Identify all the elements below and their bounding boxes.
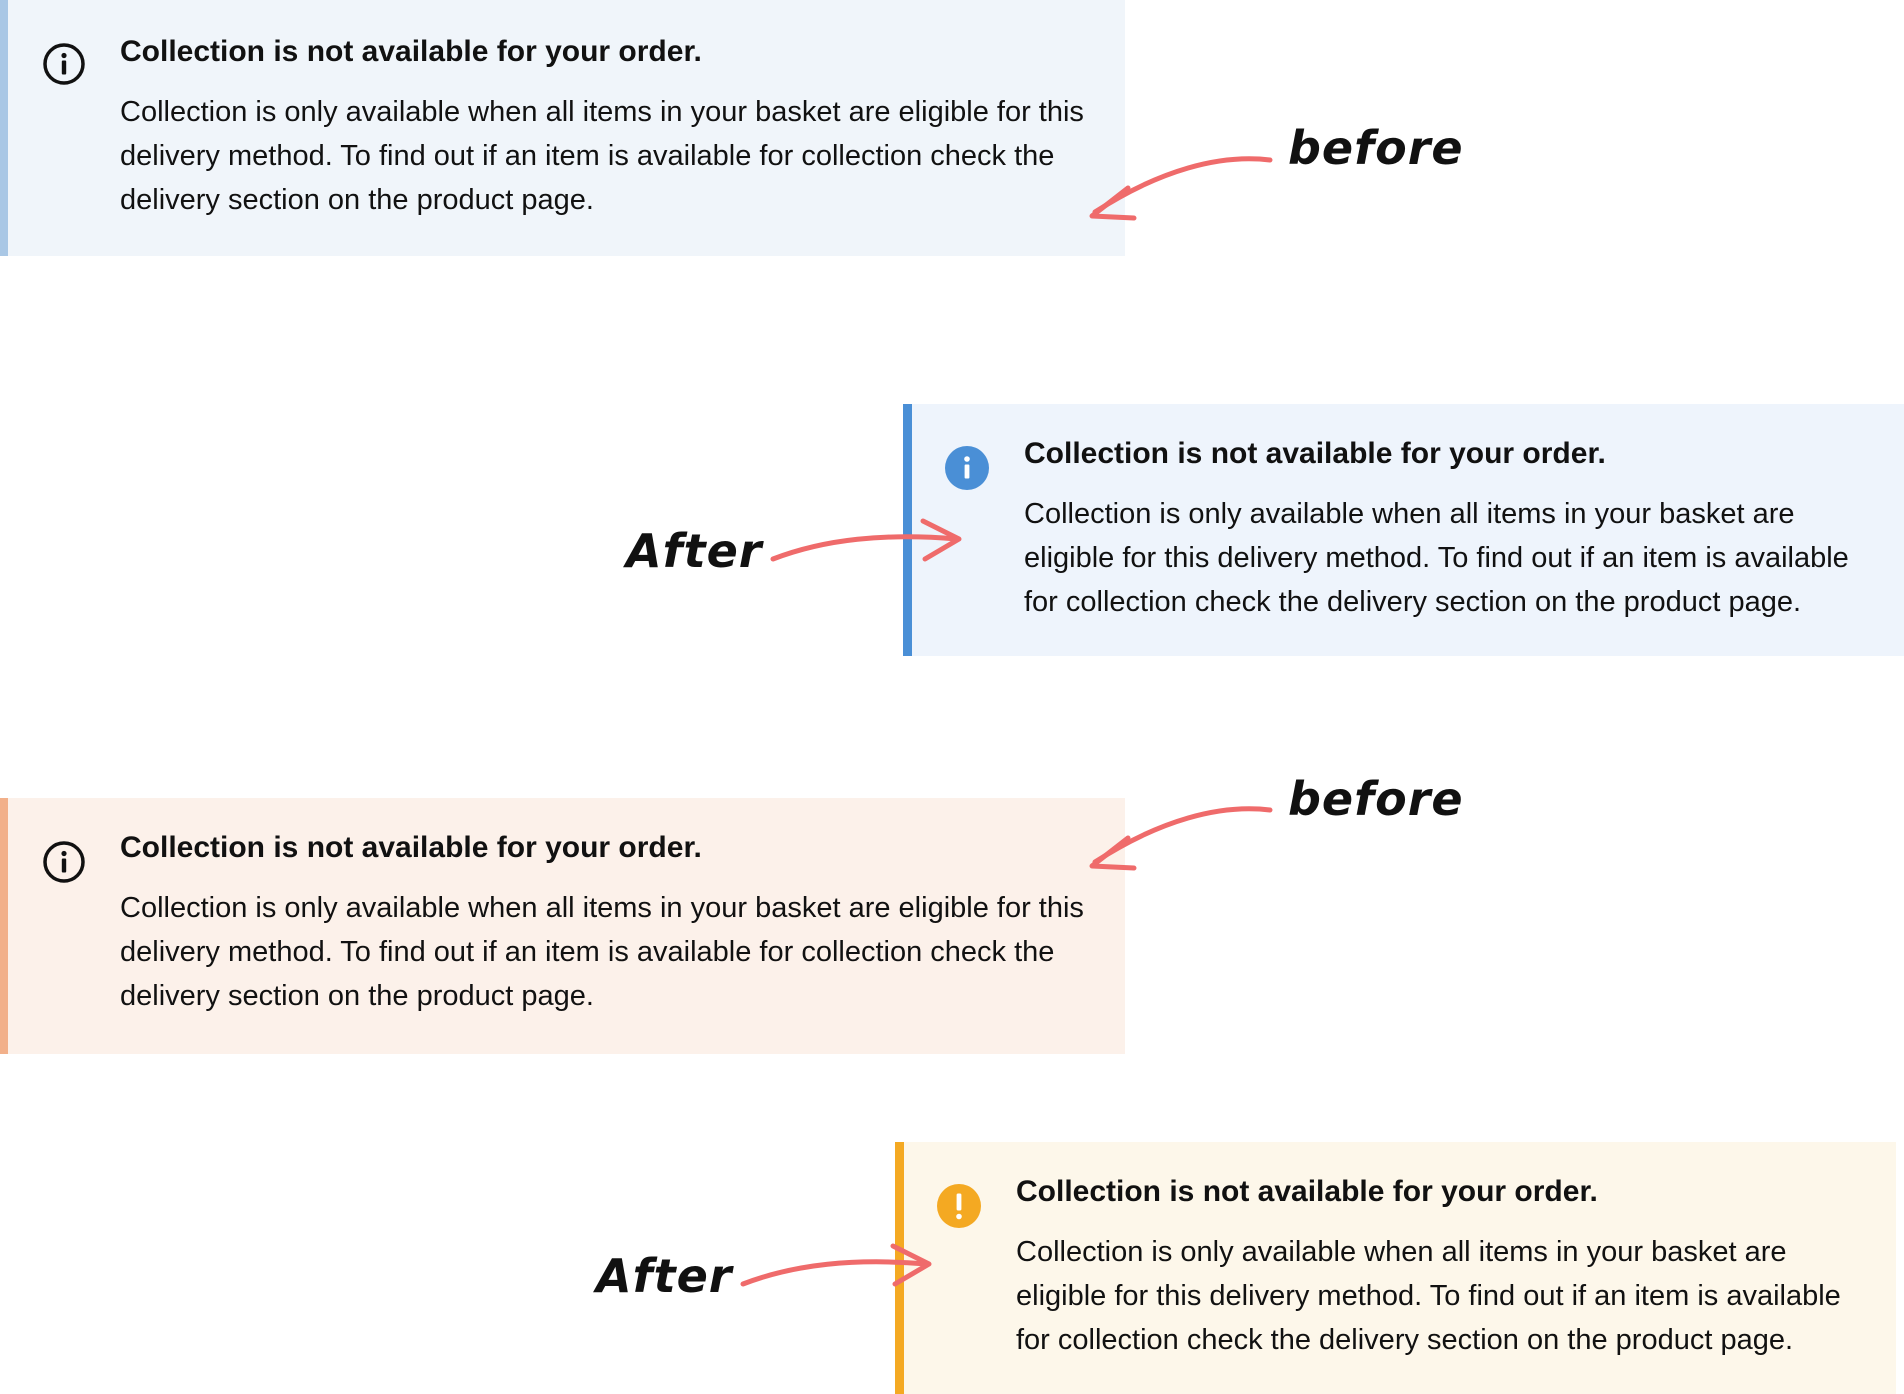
warning-alert-before: Collection is not available for your ord… bbox=[0, 798, 1125, 1054]
alert-title: Collection is not available for your ord… bbox=[1016, 1175, 1598, 1208]
annotation-label-after: After bbox=[626, 524, 763, 578]
annotation-label-after: After bbox=[596, 1249, 733, 1303]
annotation-arrow-icon bbox=[1089, 806, 1273, 871]
exclamation-filled-icon bbox=[937, 1184, 981, 1228]
warning-alert-after: Collection is not available for your ord… bbox=[895, 1142, 1896, 1394]
alert-title: Collection is not available for your ord… bbox=[1024, 437, 1606, 470]
alert-stripe bbox=[0, 0, 8, 256]
info-alert-after: Collection is not available for your ord… bbox=[903, 404, 1904, 656]
annotation-arrow-icon bbox=[1089, 156, 1273, 221]
annotation-label-before: before bbox=[1288, 772, 1464, 826]
alert-message: Collection is only available when all it… bbox=[1016, 1236, 1841, 1356]
info-filled-icon bbox=[945, 446, 989, 490]
alert-stripe bbox=[0, 798, 8, 1054]
alert-message: Collection is only available when all it… bbox=[120, 892, 1084, 1012]
alert-title: Collection is not available for your ord… bbox=[120, 35, 702, 68]
annotation-label-before: before bbox=[1288, 121, 1464, 175]
annotation-arrow-icon bbox=[770, 518, 962, 562]
info-alert-before: Collection is not available for your ord… bbox=[0, 0, 1125, 256]
alert-message: Collection is only available when all it… bbox=[1024, 498, 1849, 618]
info-outline-icon bbox=[43, 43, 85, 85]
alert-message: Collection is only available when all it… bbox=[120, 96, 1084, 216]
info-outline-icon bbox=[43, 841, 85, 883]
annotation-arrow-icon bbox=[740, 1243, 932, 1287]
alert-title: Collection is not available for your ord… bbox=[120, 831, 702, 864]
